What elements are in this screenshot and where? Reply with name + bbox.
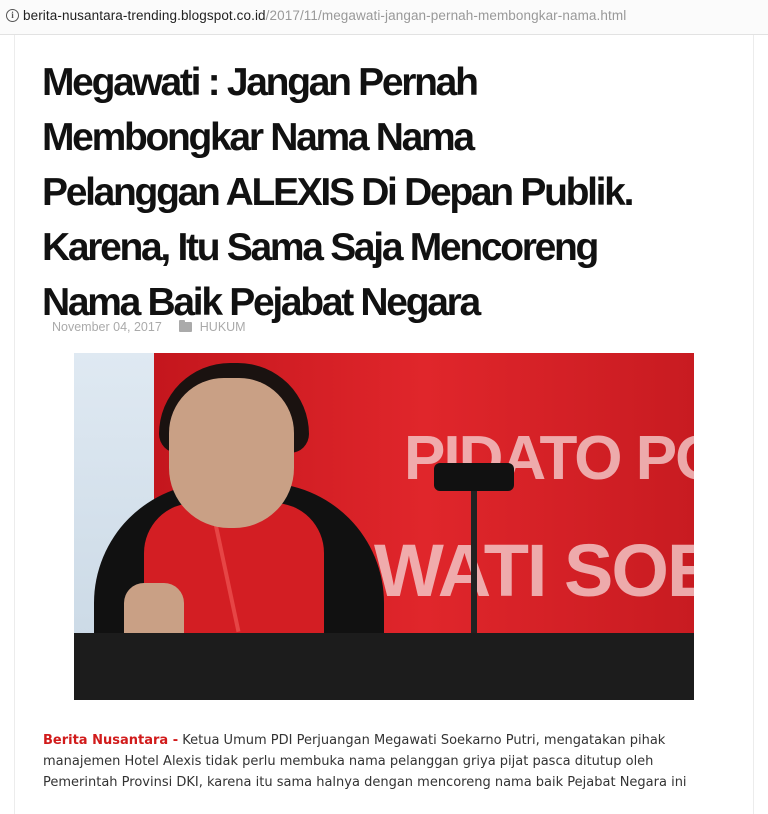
title-line: Membongkar Nama Nama xyxy=(42,116,475,159)
speaker-face xyxy=(169,378,294,528)
post-date: November 04, 2017 xyxy=(52,320,162,334)
title-line: Karena, Itu Sama Saja Mencoreng xyxy=(42,226,599,269)
banner-text: WATI SOEKA xyxy=(374,529,694,612)
url-host: berita-nusantara-trending.blogspot.co.id xyxy=(23,8,266,23)
post-meta: November 04, 2017 HUKUM xyxy=(52,320,246,334)
article-body: Berita Nusantara - Ketua Umum PDI Perjua… xyxy=(43,730,723,793)
url-text[interactable]: berita-nusantara-trending.blogspot.co.id… xyxy=(23,8,626,23)
podium xyxy=(74,633,694,700)
url-path: /2017/11/megawati-jangan-pernah-membongk… xyxy=(265,8,627,23)
title-line: Pelanggan ALEXIS Di Depan Publik. xyxy=(42,171,634,214)
title-line: Nama Baik Pejabat Negara xyxy=(42,281,481,324)
title-line: Megawati : Jangan Pernah xyxy=(42,61,479,104)
microphone-stand xyxy=(471,483,477,643)
body-lead: Berita Nusantara - xyxy=(43,733,179,748)
article-title: Megawati : Jangan Pernah Membongkar Nama… xyxy=(42,55,682,330)
info-icon[interactable]: i xyxy=(6,9,19,22)
folder-icon xyxy=(179,320,193,332)
category-link[interactable]: HUKUM xyxy=(200,320,246,334)
microphone xyxy=(434,463,514,491)
article-photo: PIDATO POLI WATI SOEKA xyxy=(74,353,694,700)
address-bar[interactable]: i berita-nusantara-trending.blogspot.co.… xyxy=(0,0,768,35)
